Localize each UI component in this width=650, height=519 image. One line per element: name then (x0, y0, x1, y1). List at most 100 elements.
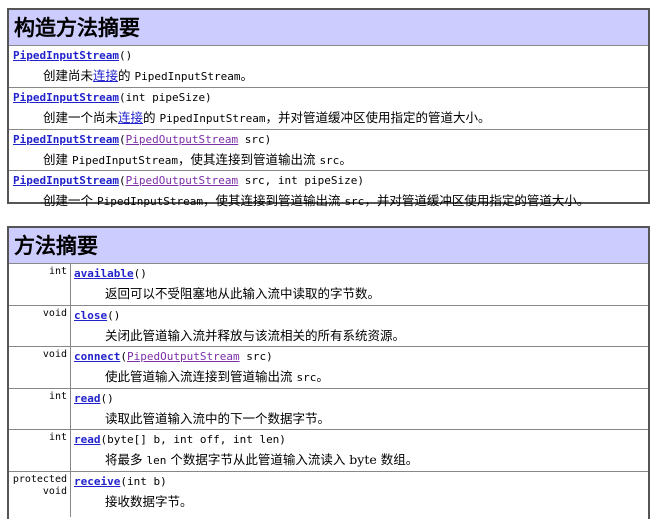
signature: read(byte[] b, int off, int len) (74, 433, 286, 446)
signature: PipedInputStream(int pipeSize) (13, 91, 212, 104)
return-type: protected void (9, 472, 71, 517)
return-type-text: int (48, 266, 67, 277)
description-text: 创建 (43, 152, 72, 167)
constructor-summary-title: 构造方法摘要 (14, 15, 140, 40)
member-name-link[interactable]: PipedInputStream (13, 91, 119, 104)
description: 接收数据字节。 (105, 491, 193, 510)
signature: close() (74, 309, 120, 322)
constructor-summary-table: 构造方法摘要 PipedInputStream() 创建尚未连接的 PipedIn… (7, 8, 650, 208)
signature-params: ( (118, 133, 126, 146)
return-type-text: void (42, 486, 67, 497)
description: 返回可以不受阻塞地从此输入流中读取的字节数。 (105, 283, 380, 302)
method-row: void connect(PipedOutputStream src) 使此管道输入… (9, 346, 648, 388)
member-name-link[interactable]: receive (74, 475, 120, 488)
return-type: void (9, 306, 71, 346)
connect-link[interactable]: 连接 (118, 110, 143, 125)
description-text: ，使其连接到管道输出流 (202, 193, 345, 208)
description: 读取此管道输入流中的下一个数据字节。 (105, 408, 330, 427)
description: 创建尚未连接的 PipedInputStream。 (43, 65, 253, 84)
method-row: protected void receive(int b) 接收数据字节。 (9, 471, 648, 517)
description-text: 。 (316, 369, 329, 384)
signature: receive(int b) (74, 475, 167, 488)
method-cell: close() 关闭此管道输入流并释放与该流相关的所有系统资源。 (71, 306, 648, 346)
member-name-link[interactable]: PipedInputStream (13, 174, 119, 187)
return-type-text: void (42, 308, 67, 319)
connect-link[interactable]: 连接 (93, 68, 118, 83)
signature-params: () (100, 392, 114, 405)
method-row: int read(byte[] b, int off, int len) 将最多 l… (9, 429, 648, 471)
signature-params: ( (118, 174, 126, 187)
signature: PipedInputStream(PipedOutputStream src) (13, 133, 271, 146)
member-name-link[interactable]: read (74, 433, 101, 446)
constructor-summary-header: 构造方法摘要 (9, 10, 648, 46)
method-row: int available() 返回可以不受阻塞地从此输入流中读取的字节数。 (9, 264, 648, 305)
method-cell: read(byte[] b, int off, int len) 将最多 len … (71, 430, 648, 471)
signature-params: () (107, 309, 121, 322)
description: 使此管道输入流连接到管道输出流 src。 (105, 366, 329, 385)
description: 创建一个尚未连接的 PipedInputStream，并对管道缓冲区使用指定的管… (43, 107, 491, 126)
description-text: 的 (118, 68, 135, 83)
signature-params-rest: src, int pipeSize) (238, 174, 365, 187)
return-type: int (9, 430, 71, 471)
code-text: src (296, 371, 317, 384)
description: 创建 PipedInputStream，使其连接到管道输出流 src。 (43, 149, 352, 168)
return-type: int (9, 264, 71, 305)
description-text: 。 (240, 68, 253, 83)
signature: read() (74, 392, 114, 405)
description: 将最多 len 个数据字节从此管道输入流读入 byte 数组。 (105, 449, 418, 468)
constructor-row: PipedInputStream(PipedOutputStream src, … (9, 170, 648, 211)
signature-params: (int b) (120, 475, 167, 488)
description-text: 创建一个尚未 (43, 110, 119, 125)
return-type: void (9, 347, 71, 388)
description: 创建一个 PipedInputStream，使其连接到管道输出流 src，并对管… (43, 190, 589, 209)
code-text: PipedInputStream (159, 112, 266, 125)
param-type-link[interactable]: PipedOutputStream (127, 350, 240, 363)
method-cell: read() 读取此管道输入流中的下一个数据字节。 (71, 389, 648, 429)
return-type: int (9, 389, 71, 429)
description-text: 读取此管道输入流中的下一个数据字节。 (105, 411, 331, 426)
method-cell: connect(PipedOutputStream src) 使此管道输入流连接到… (71, 347, 648, 388)
signature: PipedInputStream() (13, 49, 132, 62)
description-text: 。 (339, 152, 352, 167)
description-text: 将最多 (105, 452, 147, 467)
member-name-link[interactable]: PipedInputStream (13, 133, 119, 146)
code-text: PipedInputStream (134, 70, 241, 83)
code-text: src (344, 195, 365, 208)
return-type-text: void (42, 349, 67, 360)
description-text: 个数据字节从此管道输入流读入 byte 数组。 (166, 452, 419, 467)
constructor-row: PipedInputStream(int pipeSize) 创建一个尚未连接的 … (9, 87, 648, 129)
member-name-link[interactable]: read (74, 392, 101, 405)
description-text: 的 (143, 110, 160, 125)
signature-params-rest: src) (238, 133, 272, 146)
description-text: 创建尚未 (43, 68, 94, 83)
method-cell: available() 返回可以不受阻塞地从此输入流中读取的字节数。 (71, 264, 648, 305)
signature-params: () (133, 267, 147, 280)
description-text: 创建一个 (43, 193, 97, 208)
constructor-row: PipedInputStream() 创建尚未连接的 PipedInputStre… (9, 46, 648, 87)
member-name-link[interactable]: available (74, 267, 134, 280)
method-row: void close() 关闭此管道输入流并释放与该流相关的所有系统资源。 (9, 305, 648, 346)
description-text: 返回可以不受阻塞地从此输入流中读取的字节数。 (105, 286, 381, 301)
description-text: 接收数据字节。 (105, 494, 193, 509)
description: 关闭此管道输入流并释放与该流相关的所有系统资源。 (105, 325, 405, 344)
code-text: PipedInputStream (96, 195, 203, 208)
return-type-text: protected (12, 474, 67, 485)
method-summary-header: 方法摘要 (9, 228, 648, 264)
member-name-link[interactable]: PipedInputStream (13, 49, 119, 62)
description-text: 使此管道输入流连接到管道输出流 (105, 369, 297, 384)
method-cell: receive(int b) 接收数据字节。 (71, 472, 648, 517)
member-name-link[interactable]: connect (74, 350, 120, 363)
description-text: ，使其连接到管道输出流 (177, 152, 320, 167)
method-summary-table: 方法摘要 int available() 返回可以不受阻塞地从此输入流中读取的字节数… (7, 226, 650, 519)
param-type-link[interactable]: PipedOutputStream (126, 133, 239, 146)
signature: available() (74, 267, 147, 280)
description-text: ，并对管道缓冲区使用指定的管道大小。 (364, 193, 590, 208)
code-text: src (319, 154, 340, 167)
member-name-link[interactable]: close (74, 309, 107, 322)
param-type-link[interactable]: PipedOutputStream (126, 174, 239, 187)
signature-params: (int pipeSize) (118, 91, 212, 104)
signature-params: (byte[] b, int off, int len) (100, 433, 286, 446)
return-type-text: int (48, 391, 67, 402)
method-row: int read() 读取此管道输入流中的下一个数据字节。 (9, 388, 648, 429)
description-text: 关闭此管道输入流并释放与该流相关的所有系统资源。 (105, 328, 406, 343)
